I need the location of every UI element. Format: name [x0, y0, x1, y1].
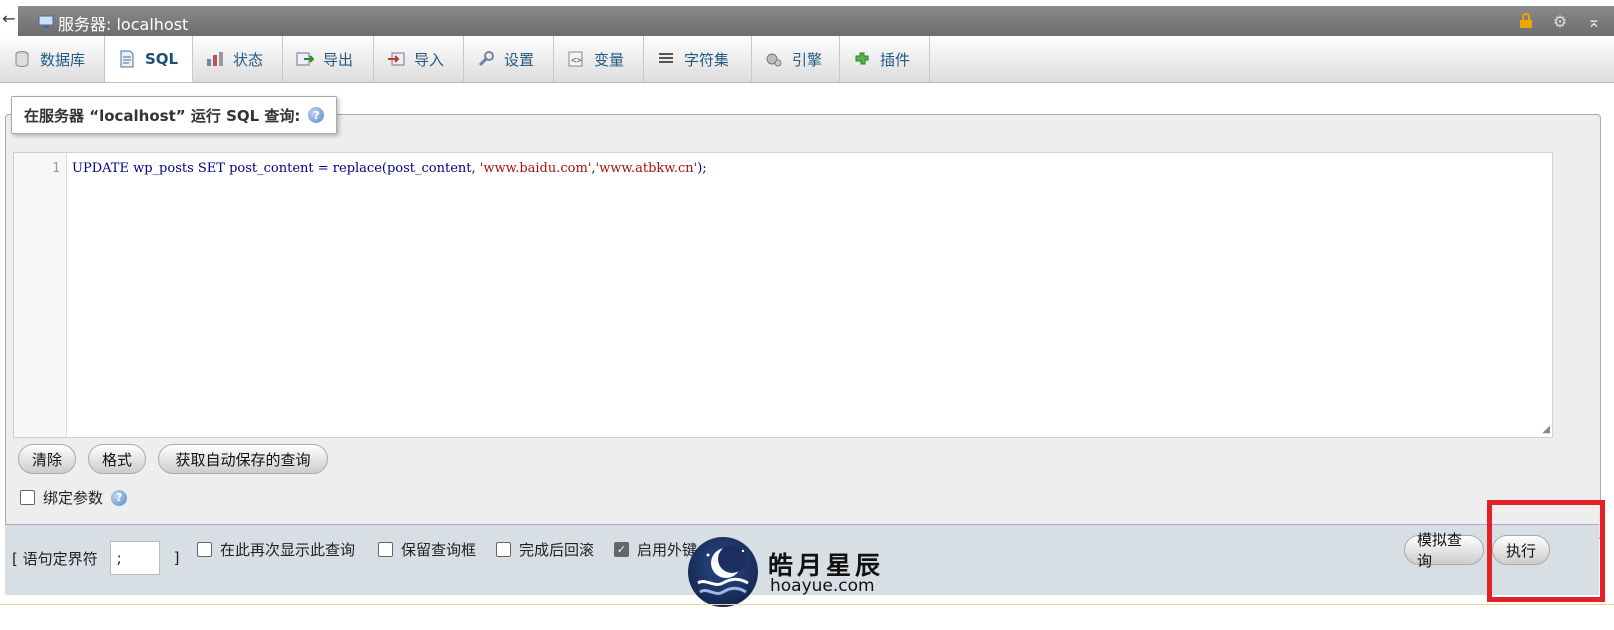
delimiter-label: [ 语句定界符 [12, 549, 98, 568]
tab-label: 引擎 [792, 50, 823, 69]
tab-label: 数据库 [40, 50, 86, 69]
database-icon [12, 49, 32, 69]
lock-icon[interactable] [1516, 11, 1536, 31]
tab-databases[interactable]: 数据库 [0, 36, 105, 82]
line-gutter: 1 [14, 153, 67, 437]
tab-label: 设置 [504, 50, 535, 69]
tab-export[interactable]: 导出 [283, 36, 374, 82]
delimiter-row: [ 语句定界符 ; ] [12, 541, 179, 575]
keep-box-checkbox[interactable] [378, 542, 393, 557]
keep-box-row: 保留查询框 [378, 539, 476, 560]
show-again-label: 在此再次显示此查询 [220, 541, 356, 559]
gear-icon[interactable]: ⚙ [1550, 11, 1570, 31]
wrench-icon [476, 49, 496, 69]
status-icon [205, 49, 225, 69]
tab-label: SQL [145, 49, 179, 68]
code-text: ); [697, 161, 707, 176]
help-icon[interactable]: ? [111, 489, 128, 506]
tab-status[interactable]: 状态 [193, 36, 283, 82]
resize-handle-icon[interactable]: ◢ [1542, 424, 1550, 435]
back-arrow-icon[interactable]: ← [0, 6, 18, 36]
sql-icon [117, 49, 137, 69]
title-bar: ← 服务器: localhost ⚙ ⌅ [0, 6, 1614, 36]
legend-text: 在服务器 “localhost” 运行 SQL 查询: [24, 106, 301, 125]
bind-params-label: 绑定参数 [43, 489, 104, 507]
page-title: 服务器: localhost [58, 15, 189, 34]
rollback-checkbox[interactable] [496, 542, 511, 557]
code-text: UPDATE wp_posts SET post_content = repla… [72, 161, 480, 176]
sql-editor[interactable]: 1 UPDATE wp_posts SET post_content = rep… [13, 152, 1553, 438]
bind-params-row: 绑定参数 ? [20, 487, 128, 508]
server-icon [38, 15, 54, 28]
sql-code-line[interactable]: UPDATE wp_posts SET post_content = repla… [72, 161, 707, 176]
help-icon[interactable]: ? [308, 107, 325, 123]
show-again-row: 在此再次显示此查询 [197, 539, 355, 560]
collapse-icon[interactable]: ⌅ [1584, 11, 1604, 31]
variables-icon: <> [566, 49, 586, 69]
svg-text:<>: <> [571, 56, 582, 66]
clear-button[interactable]: 清除 [18, 444, 76, 474]
divider [0, 604, 1614, 605]
tab-label: 字符集 [684, 50, 730, 69]
rollback-row: 完成后回滚 [496, 539, 594, 560]
simulate-query-button[interactable]: 模拟查询 [1404, 531, 1484, 570]
show-again-checkbox[interactable] [197, 542, 212, 557]
query-legend: 在服务器 “localhost” 运行 SQL 查询: ? [11, 96, 338, 134]
code-string: 'www.atbkw.cn' [595, 161, 698, 176]
watermark-url: hoayue.com [770, 576, 875, 596]
bind-params-checkbox[interactable] [20, 490, 35, 505]
tab-charsets[interactable]: 字符集 [644, 36, 752, 82]
code-string: 'www.baidu.com' [479, 161, 592, 176]
foreign-keys-row: ✓ 启用外键 [614, 539, 697, 560]
charset-icon [656, 49, 676, 69]
delimiter-close: ] [173, 549, 180, 567]
highlight-box [1487, 500, 1605, 602]
tab-sql[interactable]: SQL [105, 36, 193, 82]
plugin-icon [852, 49, 872, 69]
engine-icon [764, 49, 784, 69]
tab-label: 变量 [594, 50, 625, 69]
foreign-keys-checkbox[interactable]: ✓ [614, 542, 629, 557]
tab-label: 导出 [323, 50, 354, 69]
get-autosaved-query-button[interactable]: 获取自动保存的查询 [158, 444, 328, 474]
tab-label: 导入 [414, 50, 445, 69]
tab-label: 状态 [233, 50, 264, 69]
tab-plugins[interactable]: 插件 [840, 36, 930, 82]
format-button[interactable]: 格式 [88, 444, 146, 474]
line-number: 1 [52, 161, 60, 176]
import-icon [386, 49, 406, 69]
export-icon [295, 49, 315, 69]
main-tabs: 数据库 SQL 状态 导出 导入 设置 <> 变量 字符集 引擎 插件 [0, 36, 1614, 83]
tab-variables[interactable]: <> 变量 [554, 36, 644, 82]
rollback-label: 完成后回滚 [519, 541, 595, 559]
tab-settings[interactable]: 设置 [464, 36, 554, 82]
moon-logo-icon [688, 537, 758, 607]
tab-label: 插件 [880, 50, 911, 69]
tab-engines[interactable]: 引擎 [752, 36, 840, 82]
delimiter-input[interactable]: ; [109, 541, 160, 575]
keep-box-label: 保留查询框 [401, 541, 477, 559]
tab-import[interactable]: 导入 [374, 36, 464, 82]
